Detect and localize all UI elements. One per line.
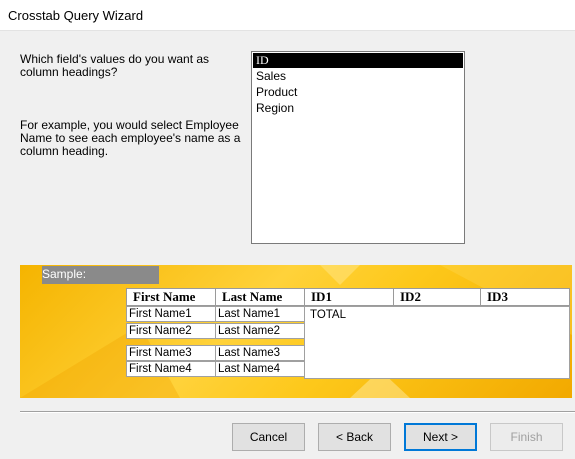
sample-header-id2: ID2 <box>393 288 481 306</box>
sample-cell-last-name-3: Last Name3 <box>215 345 305 361</box>
sample-cell-first-name-2: First Name2 <box>126 323 216 339</box>
button-divider-highlight <box>20 412 575 413</box>
sample-cell-last-name-4: Last Name4 <box>215 361 305 377</box>
sample-preview: Sample: First Name Last Name ID1 ID2 ID3… <box>20 265 572 398</box>
sample-header-id1: ID1 <box>304 288 394 306</box>
sample-header-last-name: Last Name <box>215 288 305 306</box>
field-listbox[interactable]: ID Sales Product Region <box>251 51 465 244</box>
finish-button[interactable]: Finish <box>490 423 563 451</box>
sample-cell-first-name-1: First Name1 <box>126 306 216 322</box>
cancel-button[interactable]: Cancel <box>232 423 305 451</box>
sample-cell-first-name-3: First Name3 <box>126 345 216 361</box>
window-title: Crosstab Query Wizard <box>8 8 144 23</box>
field-item-region[interactable]: Region <box>253 101 463 116</box>
sample-header-first-name: First Name <box>126 288 216 306</box>
sample-label: Sample: <box>42 266 159 284</box>
sample-cell-last-name-1: Last Name1 <box>215 306 305 322</box>
next-button[interactable]: Next > <box>404 423 477 451</box>
sample-values-area: TOTAL <box>304 306 570 379</box>
field-item-product[interactable]: Product <box>253 85 463 100</box>
prompt-text: Which field's values do you want as colu… <box>20 52 210 79</box>
sample-total-label: TOTAL <box>310 309 346 321</box>
title-bar: Crosstab Query Wizard <box>0 0 575 31</box>
example-text: For example, you would select Employee N… <box>20 118 241 158</box>
field-item-sales[interactable]: Sales <box>253 69 463 84</box>
back-button[interactable]: < Back <box>318 423 391 451</box>
sample-cell-last-name-2: Last Name2 <box>215 323 305 339</box>
sample-header-id3: ID3 <box>480 288 570 306</box>
field-item-id[interactable]: ID <box>253 53 463 68</box>
sample-cell-first-name-4: First Name4 <box>126 361 216 377</box>
